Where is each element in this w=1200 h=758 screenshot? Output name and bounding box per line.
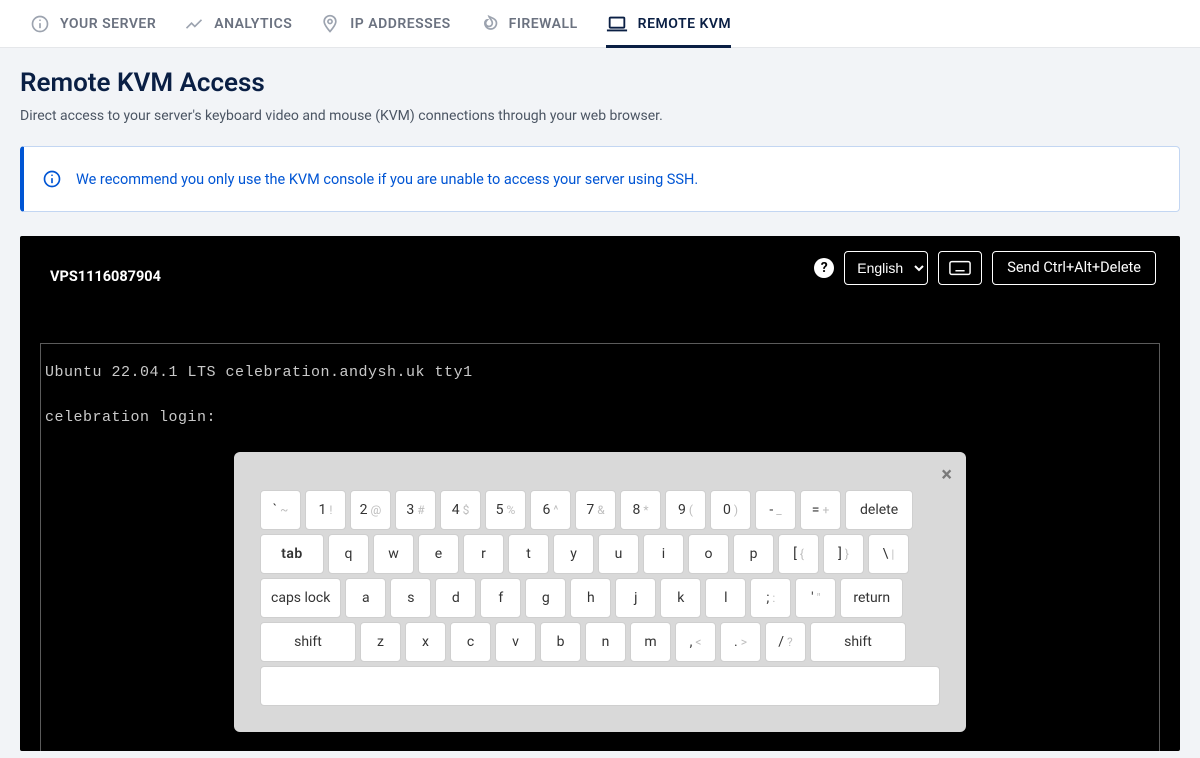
key-sym[interactable]: ]} bbox=[823, 534, 864, 574]
tab-remote-kvm[interactable]: REMOTE KVM bbox=[606, 0, 732, 48]
kvm-controls: ? English Send Ctrl+Alt+Delete bbox=[814, 251, 1156, 285]
key-x[interactable]: x bbox=[405, 622, 446, 662]
key-6[interactable]: 6^ bbox=[530, 490, 571, 530]
key-delete[interactable]: delete bbox=[845, 490, 913, 530]
help-icon[interactable]: ? bbox=[814, 258, 834, 278]
key-sym[interactable]: ,< bbox=[675, 622, 716, 662]
key-w[interactable]: w bbox=[373, 534, 414, 574]
key-capslock[interactable]: caps lock bbox=[260, 578, 341, 618]
location-icon bbox=[320, 14, 340, 34]
key-sym[interactable]: \| bbox=[868, 534, 909, 574]
key-j[interactable]: j bbox=[615, 578, 656, 618]
key-d[interactable]: d bbox=[435, 578, 476, 618]
info-banner: We recommend you only use the KVM consol… bbox=[20, 146, 1180, 212]
key-5[interactable]: 5% bbox=[485, 490, 526, 530]
tab-label: ANALYTICS bbox=[214, 16, 292, 32]
info-icon bbox=[42, 169, 62, 189]
key-e[interactable]: e bbox=[418, 534, 459, 574]
flame-icon bbox=[479, 14, 499, 34]
tab-bar: YOUR SERVER ANALYTICS IP ADDRESSES FIREW… bbox=[0, 0, 1200, 48]
tab-analytics[interactable]: ANALYTICS bbox=[184, 0, 292, 48]
tab-label: FIREWALL bbox=[509, 16, 578, 32]
key-p[interactable]: p bbox=[733, 534, 774, 574]
key-2[interactable]: 2@ bbox=[350, 490, 391, 530]
send-ctrl-alt-delete-button[interactable]: Send Ctrl+Alt+Delete bbox=[992, 251, 1156, 285]
key-b[interactable]: b bbox=[540, 622, 581, 662]
keyboard-icon bbox=[949, 260, 971, 276]
key-r[interactable]: r bbox=[463, 534, 504, 574]
key-sym[interactable]: ;: bbox=[750, 578, 791, 618]
key-3[interactable]: 3# bbox=[395, 490, 436, 530]
keyboard-row-1: `~1!2@3#4$5%6^7&8*9(0)-_=+delete bbox=[260, 490, 940, 530]
tab-label: YOUR SERVER bbox=[60, 16, 156, 32]
key-a[interactable]: a bbox=[345, 578, 386, 618]
kvm-panel: VPS1116087904 ? English Send Ctrl+Alt+De… bbox=[20, 236, 1180, 751]
button-label: Send Ctrl+Alt+Delete bbox=[1007, 259, 1141, 276]
key-space[interactable] bbox=[260, 666, 940, 706]
key-y[interactable]: y bbox=[553, 534, 594, 574]
keyboard-row-3: caps lockasdfghjkl;:'"return bbox=[260, 578, 940, 618]
key-4[interactable]: 4$ bbox=[440, 490, 481, 530]
key-u[interactable]: u bbox=[598, 534, 639, 574]
key-s[interactable]: s bbox=[390, 578, 431, 618]
key-i[interactable]: i bbox=[643, 534, 684, 574]
tab-label: IP ADDRESSES bbox=[350, 16, 450, 32]
language-select[interactable]: English bbox=[844, 251, 928, 285]
tab-your-server[interactable]: YOUR SERVER bbox=[30, 0, 156, 48]
toggle-keyboard-button[interactable] bbox=[938, 251, 982, 285]
key-o[interactable]: o bbox=[688, 534, 729, 574]
key-shift[interactable]: shift bbox=[260, 622, 356, 662]
key-7[interactable]: 7& bbox=[575, 490, 616, 530]
keyboard-row-2: tabqwertyuiop[{]}\| bbox=[260, 534, 940, 574]
key-sym[interactable]: `~ bbox=[260, 490, 301, 530]
key-shift[interactable]: shift bbox=[810, 622, 906, 662]
key-tab[interactable]: tab bbox=[260, 534, 324, 574]
key-sym[interactable]: -_ bbox=[755, 490, 796, 530]
key-f[interactable]: f bbox=[480, 578, 521, 618]
key-sym[interactable]: =+ bbox=[800, 490, 841, 530]
banner-text: We recommend you only use the KVM consol… bbox=[76, 171, 698, 188]
kvm-header: VPS1116087904 ? English Send Ctrl+Alt+De… bbox=[20, 236, 1180, 285]
terminal-frame[interactable]: Ubuntu 22.04.1 LTS celebration.andysh.uk… bbox=[40, 343, 1160, 751]
key-l[interactable]: l bbox=[705, 578, 746, 618]
key-g[interactable]: g bbox=[525, 578, 566, 618]
laptop-icon bbox=[606, 14, 628, 34]
key-0[interactable]: 0) bbox=[710, 490, 751, 530]
key-return[interactable]: return bbox=[840, 578, 903, 618]
page-title: Remote KVM Access bbox=[20, 68, 1180, 98]
tab-label: REMOTE KVM bbox=[638, 16, 732, 32]
key-9[interactable]: 9( bbox=[665, 490, 706, 530]
server-id: VPS1116087904 bbox=[50, 250, 161, 285]
key-n[interactable]: n bbox=[585, 622, 626, 662]
key-8[interactable]: 8* bbox=[620, 490, 661, 530]
terminal-output: Ubuntu 22.04.1 LTS celebration.andysh.uk… bbox=[45, 362, 1155, 430]
key-c[interactable]: c bbox=[450, 622, 491, 662]
key-t[interactable]: t bbox=[508, 534, 549, 574]
key-z[interactable]: z bbox=[360, 622, 401, 662]
page-content: Remote KVM Access Direct access to your … bbox=[0, 48, 1200, 751]
keyboard-row-4: shiftzxcvbnm,<.>/?shift bbox=[260, 622, 940, 662]
keyboard-row-space bbox=[260, 666, 940, 706]
key-sym[interactable]: [{ bbox=[778, 534, 819, 574]
key-sym[interactable]: /? bbox=[765, 622, 806, 662]
page-description: Direct access to your server's keyboard … bbox=[20, 108, 1180, 124]
key-1[interactable]: 1! bbox=[305, 490, 346, 530]
onscreen-keyboard: × `~1!2@3#4$5%6^7&8*9(0)-_=+delete tabqw… bbox=[234, 452, 966, 732]
info-icon bbox=[30, 14, 50, 34]
key-m[interactable]: m bbox=[630, 622, 671, 662]
tab-ip-addresses[interactable]: IP ADDRESSES bbox=[320, 0, 450, 48]
key-sym[interactable]: .> bbox=[720, 622, 761, 662]
close-keyboard-button[interactable]: × bbox=[941, 464, 952, 484]
trend-icon bbox=[184, 14, 204, 34]
key-sym[interactable]: '" bbox=[795, 578, 836, 618]
key-k[interactable]: k bbox=[660, 578, 701, 618]
key-h[interactable]: h bbox=[570, 578, 611, 618]
key-q[interactable]: q bbox=[328, 534, 369, 574]
tab-firewall[interactable]: FIREWALL bbox=[479, 0, 578, 48]
key-v[interactable]: v bbox=[495, 622, 536, 662]
